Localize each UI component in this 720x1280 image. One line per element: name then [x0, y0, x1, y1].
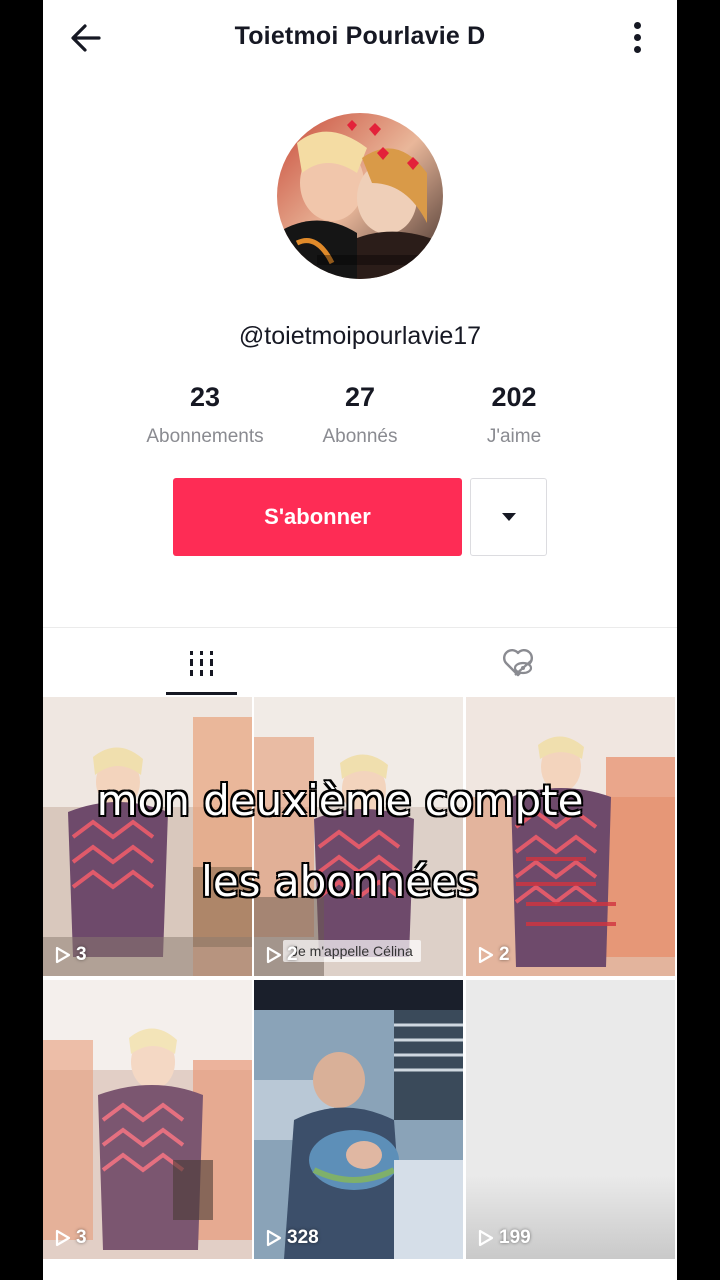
- tab-liked[interactable]: [483, 630, 554, 696]
- follow-button[interactable]: S'abonner: [173, 478, 462, 556]
- more-dot: [633, 46, 641, 53]
- back-button[interactable]: [65, 18, 109, 58]
- more-dots-icon: [633, 22, 641, 29]
- profile-screen: Toietmoi Pourlavie D @toietmoipourlavie1…: [43, 0, 677, 1280]
- view-count: 2: [266, 944, 298, 966]
- top-bar: Toietmoi Pourlavie D: [43, 0, 677, 76]
- view-count-value: 3: [76, 1227, 87, 1248]
- video-caption: Je m'appelle Célina: [283, 940, 421, 962]
- followers-label: Abonnés: [322, 426, 398, 447]
- play-icon: [55, 946, 71, 964]
- followers-count: 27: [344, 382, 376, 412]
- tabs-divider: [43, 627, 677, 628]
- tab-videos[interactable]: [166, 630, 237, 696]
- back-arrow-icon: [71, 24, 101, 52]
- stat-followers[interactable]: 27 Abonnés: [280, 382, 440, 448]
- video-thumbnail[interactable]: 328: [254, 980, 463, 1259]
- active-tab-indicator: [166, 692, 237, 695]
- view-count: 3: [55, 944, 87, 966]
- video-thumbnail[interactable]: 3: [43, 697, 252, 976]
- video-thumbnail[interactable]: 2: [466, 697, 675, 976]
- suggested-accounts-button[interactable]: [470, 478, 547, 556]
- view-count: 199: [478, 1227, 531, 1249]
- view-count-value: 199: [499, 1227, 531, 1248]
- liked-videos-hidden-icon: [502, 649, 533, 677]
- username: @toietmoipourlavie17: [238, 322, 482, 350]
- view-count: 328: [266, 1227, 319, 1249]
- stat-following[interactable]: 23 Abonnements: [125, 382, 285, 448]
- more-dot: [633, 34, 641, 41]
- video-grid-icon: [189, 651, 213, 676]
- following-count: 23: [189, 382, 221, 412]
- more-options-button[interactable]: [625, 18, 649, 58]
- play-icon: [478, 1229, 494, 1247]
- video-thumbnail[interactable]: 199: [466, 980, 675, 1259]
- likes-count: 202: [491, 382, 537, 412]
- view-count-value: 2: [287, 944, 298, 965]
- page-title: Toietmoi Pourlavie D: [234, 22, 486, 50]
- likes-label: J'aime: [486, 426, 542, 447]
- bottom-strip: [43, 1262, 677, 1280]
- avatar[interactable]: [277, 113, 443, 279]
- play-icon: [266, 946, 282, 964]
- caret-down-icon: [501, 513, 516, 521]
- stat-likes[interactable]: 202 J'aime: [434, 382, 594, 448]
- view-count: 3: [55, 1227, 87, 1249]
- view-count-value: 2: [499, 944, 510, 965]
- view-count-value: 3: [76, 944, 87, 965]
- following-label: Abonnements: [146, 426, 264, 447]
- overlay-caption-line2: les abonnées: [200, 856, 480, 907]
- view-count: 2: [478, 944, 510, 966]
- play-icon: [55, 1229, 71, 1247]
- play-icon: [266, 1229, 282, 1247]
- overlay-caption-line1: mon deuxième compte: [96, 775, 585, 826]
- play-icon: [478, 946, 494, 964]
- view-count-value: 328: [287, 1227, 319, 1248]
- video-thumbnail[interactable]: Je m'appelle Célina 2: [254, 697, 463, 976]
- video-thumbnail[interactable]: 3: [43, 980, 252, 1259]
